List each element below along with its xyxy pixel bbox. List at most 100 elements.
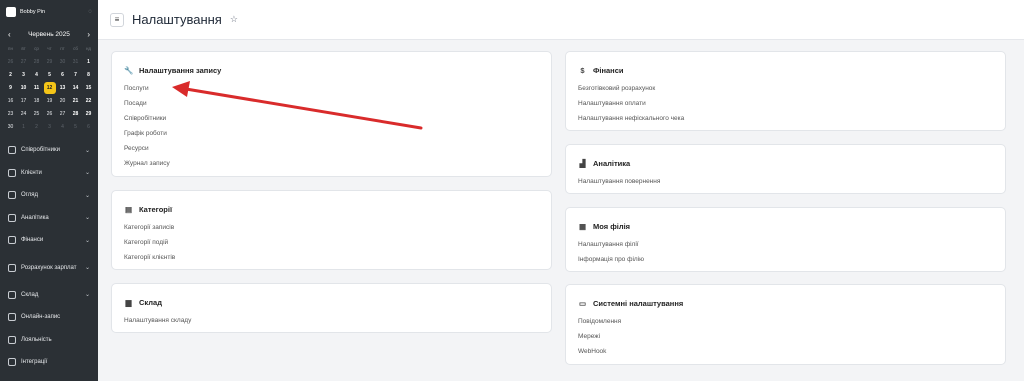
calendar-day[interactable]: 15 [82, 81, 95, 94]
sidebar-item[interactable]: Склад ⌄ [0, 284, 98, 307]
calendar-day[interactable]: 31 [69, 55, 82, 68]
calendar-day[interactable]: 7 [69, 68, 82, 81]
calendar-day[interactable]: 30 [56, 55, 69, 68]
calendar-weekday: нд [85, 46, 92, 51]
settings-link[interactable]: Категорії клієнтів [124, 250, 539, 265]
sidebar-item[interactable]: Огляд ⌄ [0, 184, 98, 207]
sidebar-item-label: Склад [21, 291, 39, 298]
calendar-day[interactable]: 22 [82, 94, 95, 107]
card-title: ▦ Моя філія [578, 222, 993, 231]
calendar-day[interactable]: 16 [4, 94, 17, 107]
settings-link[interactable]: Налаштування складу [124, 313, 539, 328]
brand-name: Bobby Pin [20, 9, 46, 15]
calendar-day[interactable]: 5 [69, 120, 82, 133]
calendar-day[interactable]: 18 [30, 94, 43, 107]
calendar-day[interactable]: 3 [43, 120, 56, 133]
calendar-weekday: чт [47, 46, 52, 51]
next-month-icon[interactable]: › [87, 30, 90, 39]
sidebar-item[interactable]: Лояльність [0, 329, 98, 352]
card-title-text: Моя філія [593, 222, 631, 231]
menu-toggle-button[interactable]: ≡ [110, 12, 124, 27]
calendar-day[interactable]: 27 [17, 55, 30, 68]
calendar-day[interactable]: 4 [30, 68, 43, 81]
settings-link[interactable]: WebHook [578, 344, 993, 359]
grid-icon [8, 191, 16, 200]
card-analytics: ▟ Аналітика Налаштування повернення [565, 144, 1006, 194]
settings-link[interactable]: Співробітники [124, 111, 539, 126]
settings-link[interactable]: Журнал запису [124, 156, 539, 171]
card-title: $ Фінанси [578, 66, 993, 75]
calendar-day[interactable]: 19 [43, 94, 56, 107]
calendar-day[interactable]: 27 [56, 107, 69, 120]
card-title-text: Фінанси [593, 66, 624, 75]
calendar-day[interactable]: 29 [82, 107, 95, 120]
calendar-day[interactable]: 30 [4, 120, 17, 133]
settings-link[interactable]: Налаштування оплати [578, 96, 993, 111]
calendar-day[interactable]: 8 [82, 68, 95, 81]
settings-link[interactable]: Ресурси [124, 141, 539, 156]
sidebar-item[interactable]: Фінанси ⌄ [0, 229, 98, 252]
star-icon[interactable]: ☆ [230, 14, 238, 25]
calendar-day[interactable]: 6 [82, 120, 95, 133]
user-icon [8, 146, 16, 155]
sidebar-item-label: Фінанси [21, 237, 44, 244]
chevron-down-icon: ⌄ [84, 215, 90, 222]
calendar-day[interactable]: 26 [43, 107, 56, 120]
calendar-day[interactable]: 11 [30, 81, 43, 94]
sidebar-item[interactable]: Онлайн-запис [0, 306, 98, 329]
calendar-day[interactable]: 2 [30, 120, 43, 133]
settings-link[interactable]: Мережі [578, 329, 993, 344]
calendar-day[interactable]: 3 [17, 68, 30, 81]
settings-link[interactable]: Налаштування філії [578, 237, 993, 252]
calendar-day[interactable]: 29 [43, 55, 56, 68]
settings-link[interactable]: Налаштування повернення [578, 174, 993, 189]
calendar-day[interactable]: 13 [56, 81, 69, 94]
sidebar-item[interactable]: Співробітники ⌄ [0, 139, 98, 162]
calendar-day[interactable]: 1 [17, 120, 30, 133]
brand[interactable]: Bobby Pin ◌ [0, 0, 98, 24]
sidebar-item[interactable]: Аналітика ⌄ [0, 207, 98, 230]
calendar-day[interactable]: 23 [4, 107, 17, 120]
settings-link[interactable]: Категорії подій [124, 235, 539, 250]
chevron-down-icon: ⌄ [84, 292, 90, 299]
calendar-day[interactable]: 6 [56, 68, 69, 81]
calendar-day[interactable]: 25 [30, 107, 43, 120]
settings-link[interactable]: Інформація про філію [578, 252, 993, 267]
card-system-settings: ▭ Системні налаштування Повідомлення Мере… [565, 284, 1006, 365]
calendar-weekday: пн [8, 46, 13, 51]
calendar-day[interactable]: 17 [17, 94, 30, 107]
calendar-day[interactable]: 2 [4, 68, 17, 81]
sidebar-item[interactable]: Інтеграції [0, 351, 98, 374]
settings-link[interactable]: Налаштування нефіскального чека [578, 111, 993, 126]
calendar-day[interactable]: 10 [17, 81, 30, 94]
calendar-day[interactable]: 28 [69, 107, 82, 120]
card-my-branch: ▦ Моя філія Налаштування філії Інформація… [565, 207, 1006, 272]
users-icon [8, 168, 16, 177]
chart-icon [8, 213, 16, 222]
sidebar-item-label: Аналітика [21, 214, 49, 221]
calendar-day[interactable]: 24 [17, 107, 30, 120]
settings-link[interactable]: Графік роботи [124, 126, 539, 141]
calendar-day[interactable]: 26 [4, 55, 17, 68]
card-warehouse: ▆ Склад Налаштування складу [111, 283, 552, 333]
sidebar-item[interactable]: Розрахунок зарплат ⌄ [0, 252, 98, 284]
calendar-day[interactable]: 14 [69, 81, 82, 94]
calendar-day[interactable]: 21 [69, 94, 82, 107]
calendar-day[interactable]: 20 [56, 94, 69, 107]
wrench-icon: 🔧 [124, 66, 134, 75]
calendar-day[interactable]: 4 [56, 120, 69, 133]
calendar-day[interactable]: 5 [43, 68, 56, 81]
calendar-today[interactable]: 12 [43, 81, 56, 94]
prev-month-icon[interactable]: ‹ [8, 30, 11, 39]
calendar-day[interactable]: 28 [30, 55, 43, 68]
settings-link[interactable]: Безготівковий розрахунок [578, 81, 993, 96]
calendar-day[interactable]: 1 [82, 55, 95, 68]
bell-icon[interactable]: ◌ [88, 9, 92, 15]
settings-link[interactable]: Категорії записів [124, 220, 539, 235]
sidebar-item[interactable]: Клієнти ⌄ [0, 162, 98, 185]
settings-link[interactable]: Посади [124, 96, 539, 111]
settings-link[interactable]: Послуги [124, 81, 539, 96]
card-link-list: Повідомлення Мережі WebHook [578, 314, 993, 359]
settings-link[interactable]: Повідомлення [578, 314, 993, 329]
calendar-day[interactable]: 9 [4, 81, 17, 94]
